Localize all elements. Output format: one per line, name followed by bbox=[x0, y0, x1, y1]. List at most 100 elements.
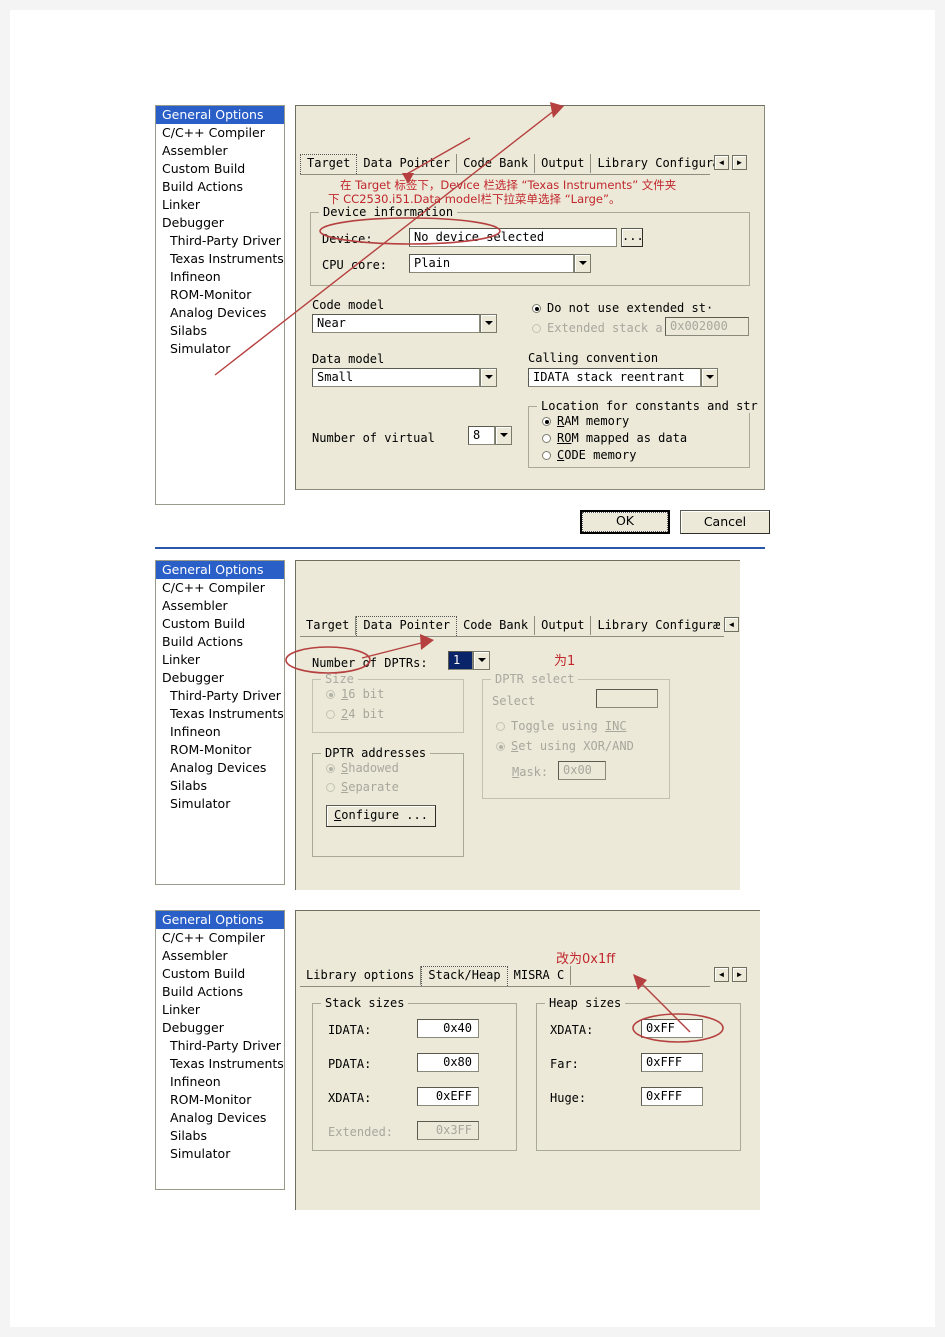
sidebar-item-custom-build[interactable]: Custom Build bbox=[156, 965, 284, 983]
sidebar-item-simulator[interactable]: Simulator bbox=[156, 795, 284, 813]
sidebar-item-assembler[interactable]: Assembler bbox=[156, 597, 284, 615]
tab-stack-heap[interactable]: Stack/Heap bbox=[421, 966, 508, 986]
chevron-down-icon[interactable] bbox=[495, 426, 512, 445]
sidebar-item-c-cpp-compiler[interactable]: C/C++ Compiler bbox=[156, 124, 284, 142]
tab-scroll-right-button[interactable]: ► bbox=[732, 967, 747, 982]
radio-set-using-xor-and[interactable]: Set using XOR/AND bbox=[496, 739, 634, 753]
options-category-sidebar-3[interactable]: General Options C/C++ Compiler Assembler… bbox=[155, 910, 285, 1190]
sidebar-item-general-options[interactable]: General Options bbox=[156, 911, 284, 929]
sidebar-item-linker[interactable]: Linker bbox=[156, 651, 284, 669]
tab-library-configuration[interactable]: Library Configuræ bbox=[591, 154, 726, 173]
sidebar-item-general-options[interactable]: General Options bbox=[156, 106, 284, 124]
sidebar-item-rom-monitor[interactable]: ROM-Monitor bbox=[156, 1091, 284, 1109]
chevron-down-icon[interactable] bbox=[701, 368, 718, 387]
stack-idata-field[interactable]: 0x40 bbox=[417, 1019, 479, 1038]
number-of-dptrs-combo[interactable]: 1 bbox=[448, 651, 490, 670]
tab-output[interactable]: Output bbox=[535, 154, 592, 173]
tab-strip-3[interactable]: Library options Stack/Heap MISRA C bbox=[300, 966, 572, 986]
chevron-down-icon[interactable] bbox=[480, 368, 497, 387]
sidebar-item-infineon[interactable]: Infineon bbox=[156, 268, 284, 286]
stack-extended-field[interactable]: 0x3FF bbox=[417, 1121, 479, 1140]
heap-far-field[interactable]: 0xFFF bbox=[641, 1053, 703, 1072]
tab-output[interactable]: Output bbox=[535, 616, 592, 635]
dptr-select-field[interactable] bbox=[596, 689, 658, 708]
radio-16-bit[interactable]: 16 bit bbox=[326, 687, 384, 701]
sidebar-item-infineon[interactable]: Infineon bbox=[156, 1073, 284, 1091]
radio-code-memory[interactable]: CODE memory bbox=[542, 448, 636, 462]
extended-stack-address-field[interactable]: 0x002000 bbox=[665, 317, 749, 336]
device-field[interactable]: No device selected bbox=[409, 228, 617, 247]
sidebar-item-debugger[interactable]: Debugger bbox=[156, 669, 284, 687]
radio-24-bit[interactable]: 24 bit bbox=[326, 707, 384, 721]
cpu-core-combo[interactable]: Plain bbox=[409, 254, 591, 273]
sidebar-item-linker[interactable]: Linker bbox=[156, 196, 284, 214]
sidebar-item-analog-devices[interactable]: Analog Devices bbox=[156, 304, 284, 322]
sidebar-item-build-actions[interactable]: Build Actions bbox=[156, 633, 284, 651]
radio-toggle-using-inc[interactable]: Toggle using INC bbox=[496, 719, 627, 733]
sidebar-item-build-actions[interactable]: Build Actions bbox=[156, 983, 284, 1001]
sidebar-item-debugger[interactable]: Debugger bbox=[156, 214, 284, 232]
sidebar-item-rom-monitor[interactable]: ROM-Monitor bbox=[156, 286, 284, 304]
stack-pdata-field[interactable]: 0x80 bbox=[417, 1053, 479, 1072]
sidebar-item-silabs[interactable]: Silabs bbox=[156, 1127, 284, 1145]
sidebar-item-custom-build[interactable]: Custom Build bbox=[156, 615, 284, 633]
sidebar-item-rom-monitor[interactable]: ROM-Monitor bbox=[156, 741, 284, 759]
sidebar-item-texas-instruments[interactable]: Texas Instruments bbox=[156, 705, 284, 723]
sidebar-item-general-options[interactable]: General Options bbox=[156, 561, 284, 579]
radio-do-not-use-extended-stack[interactable]: Do not use extended st· bbox=[532, 301, 713, 315]
sidebar-item-texas-instruments[interactable]: Texas Instruments bbox=[156, 1055, 284, 1073]
sidebar-item-third-party-driver[interactable]: Third-Party Driver bbox=[156, 687, 284, 705]
options-category-sidebar-1[interactable]: General Options C/C++ Compiler Assembler… bbox=[155, 105, 285, 505]
number-of-virtual-combo[interactable]: 8 bbox=[468, 426, 512, 445]
sidebar-item-third-party-driver[interactable]: Third-Party Driver bbox=[156, 232, 284, 250]
sidebar-item-c-cpp-compiler[interactable]: C/C++ Compiler bbox=[156, 929, 284, 947]
heap-huge-field[interactable]: 0xFFF bbox=[641, 1087, 703, 1106]
sidebar-item-infineon[interactable]: Infineon bbox=[156, 723, 284, 741]
tab-data-pointer[interactable]: Data Pointer bbox=[356, 616, 458, 636]
tab-scroll-right-button[interactable]: ► bbox=[732, 155, 747, 170]
tab-scroll-left-button[interactable]: ◄ bbox=[714, 155, 729, 170]
code-model-combo[interactable]: Near bbox=[312, 314, 497, 333]
radio-ram-memory[interactable]: RAM memory bbox=[542, 414, 629, 428]
sidebar-item-analog-devices[interactable]: Analog Devices bbox=[156, 1109, 284, 1127]
sidebar-item-third-party-driver[interactable]: Third-Party Driver bbox=[156, 1037, 284, 1055]
tab-strip-2[interactable]: Target Data Pointer Code Bank Output Library… bbox=[300, 616, 726, 636]
sidebar-item-debugger[interactable]: Debugger bbox=[156, 1019, 284, 1037]
sidebar-item-silabs[interactable]: Silabs bbox=[156, 777, 284, 795]
radio-separate[interactable]: Separate bbox=[326, 780, 399, 794]
tab-library-configuration[interactable]: Library Configuræ bbox=[591, 616, 726, 635]
sidebar-item-assembler[interactable]: Assembler bbox=[156, 947, 284, 965]
sidebar-item-analog-devices[interactable]: Analog Devices bbox=[156, 759, 284, 777]
sidebar-item-assembler[interactable]: Assembler bbox=[156, 142, 284, 160]
radio-shadowed[interactable]: Shadowed bbox=[326, 761, 399, 775]
chevron-down-icon[interactable] bbox=[574, 254, 591, 273]
radio-extended-stack-at[interactable]: Extended stack a bbox=[532, 321, 663, 335]
tab-scroll-left-button[interactable]: ◄ bbox=[714, 967, 729, 982]
tab-target[interactable]: Target bbox=[300, 154, 358, 174]
tab-target[interactable]: Target bbox=[300, 616, 357, 635]
tab-misra-c[interactable]: MISRA C bbox=[508, 966, 572, 985]
sidebar-item-texas-instruments[interactable]: Texas Instruments bbox=[156, 250, 284, 268]
heap-xdata-field[interactable]: 0xFF bbox=[641, 1019, 703, 1038]
tab-library-options[interactable]: Library options bbox=[300, 966, 422, 985]
tab-code-bank[interactable]: Code Bank bbox=[457, 154, 536, 173]
stack-xdata-field[interactable]: 0xEFF bbox=[417, 1087, 479, 1106]
mask-field[interactable]: 0x00 bbox=[558, 761, 606, 780]
sidebar-item-linker[interactable]: Linker bbox=[156, 1001, 284, 1019]
tab-scroll-left-button[interactable]: ◄ bbox=[724, 617, 739, 632]
tab-strip-1[interactable]: Target Data Pointer Code Bank Output Library… bbox=[300, 154, 726, 174]
chevron-down-icon[interactable] bbox=[473, 651, 490, 670]
sidebar-item-custom-build[interactable]: Custom Build bbox=[156, 160, 284, 178]
chevron-down-icon[interactable] bbox=[480, 314, 497, 333]
data-model-combo[interactable]: Small bbox=[312, 368, 497, 387]
options-category-sidebar-2[interactable]: General Options C/C++ Compiler Assembler… bbox=[155, 560, 285, 885]
sidebar-item-c-cpp-compiler[interactable]: C/C++ Compiler bbox=[156, 579, 284, 597]
sidebar-item-silabs[interactable]: Silabs bbox=[156, 322, 284, 340]
tab-data-pointer[interactable]: Data Pointer bbox=[357, 154, 458, 173]
calling-convention-combo[interactable]: IDATA stack reentrant bbox=[528, 368, 718, 387]
device-browse-button[interactable]: ... bbox=[621, 228, 644, 247]
sidebar-item-build-actions[interactable]: Build Actions bbox=[156, 178, 284, 196]
sidebar-item-simulator[interactable]: Simulator bbox=[156, 340, 284, 358]
tab-code-bank[interactable]: Code Bank bbox=[457, 616, 536, 635]
sidebar-item-simulator[interactable]: Simulator bbox=[156, 1145, 284, 1163]
